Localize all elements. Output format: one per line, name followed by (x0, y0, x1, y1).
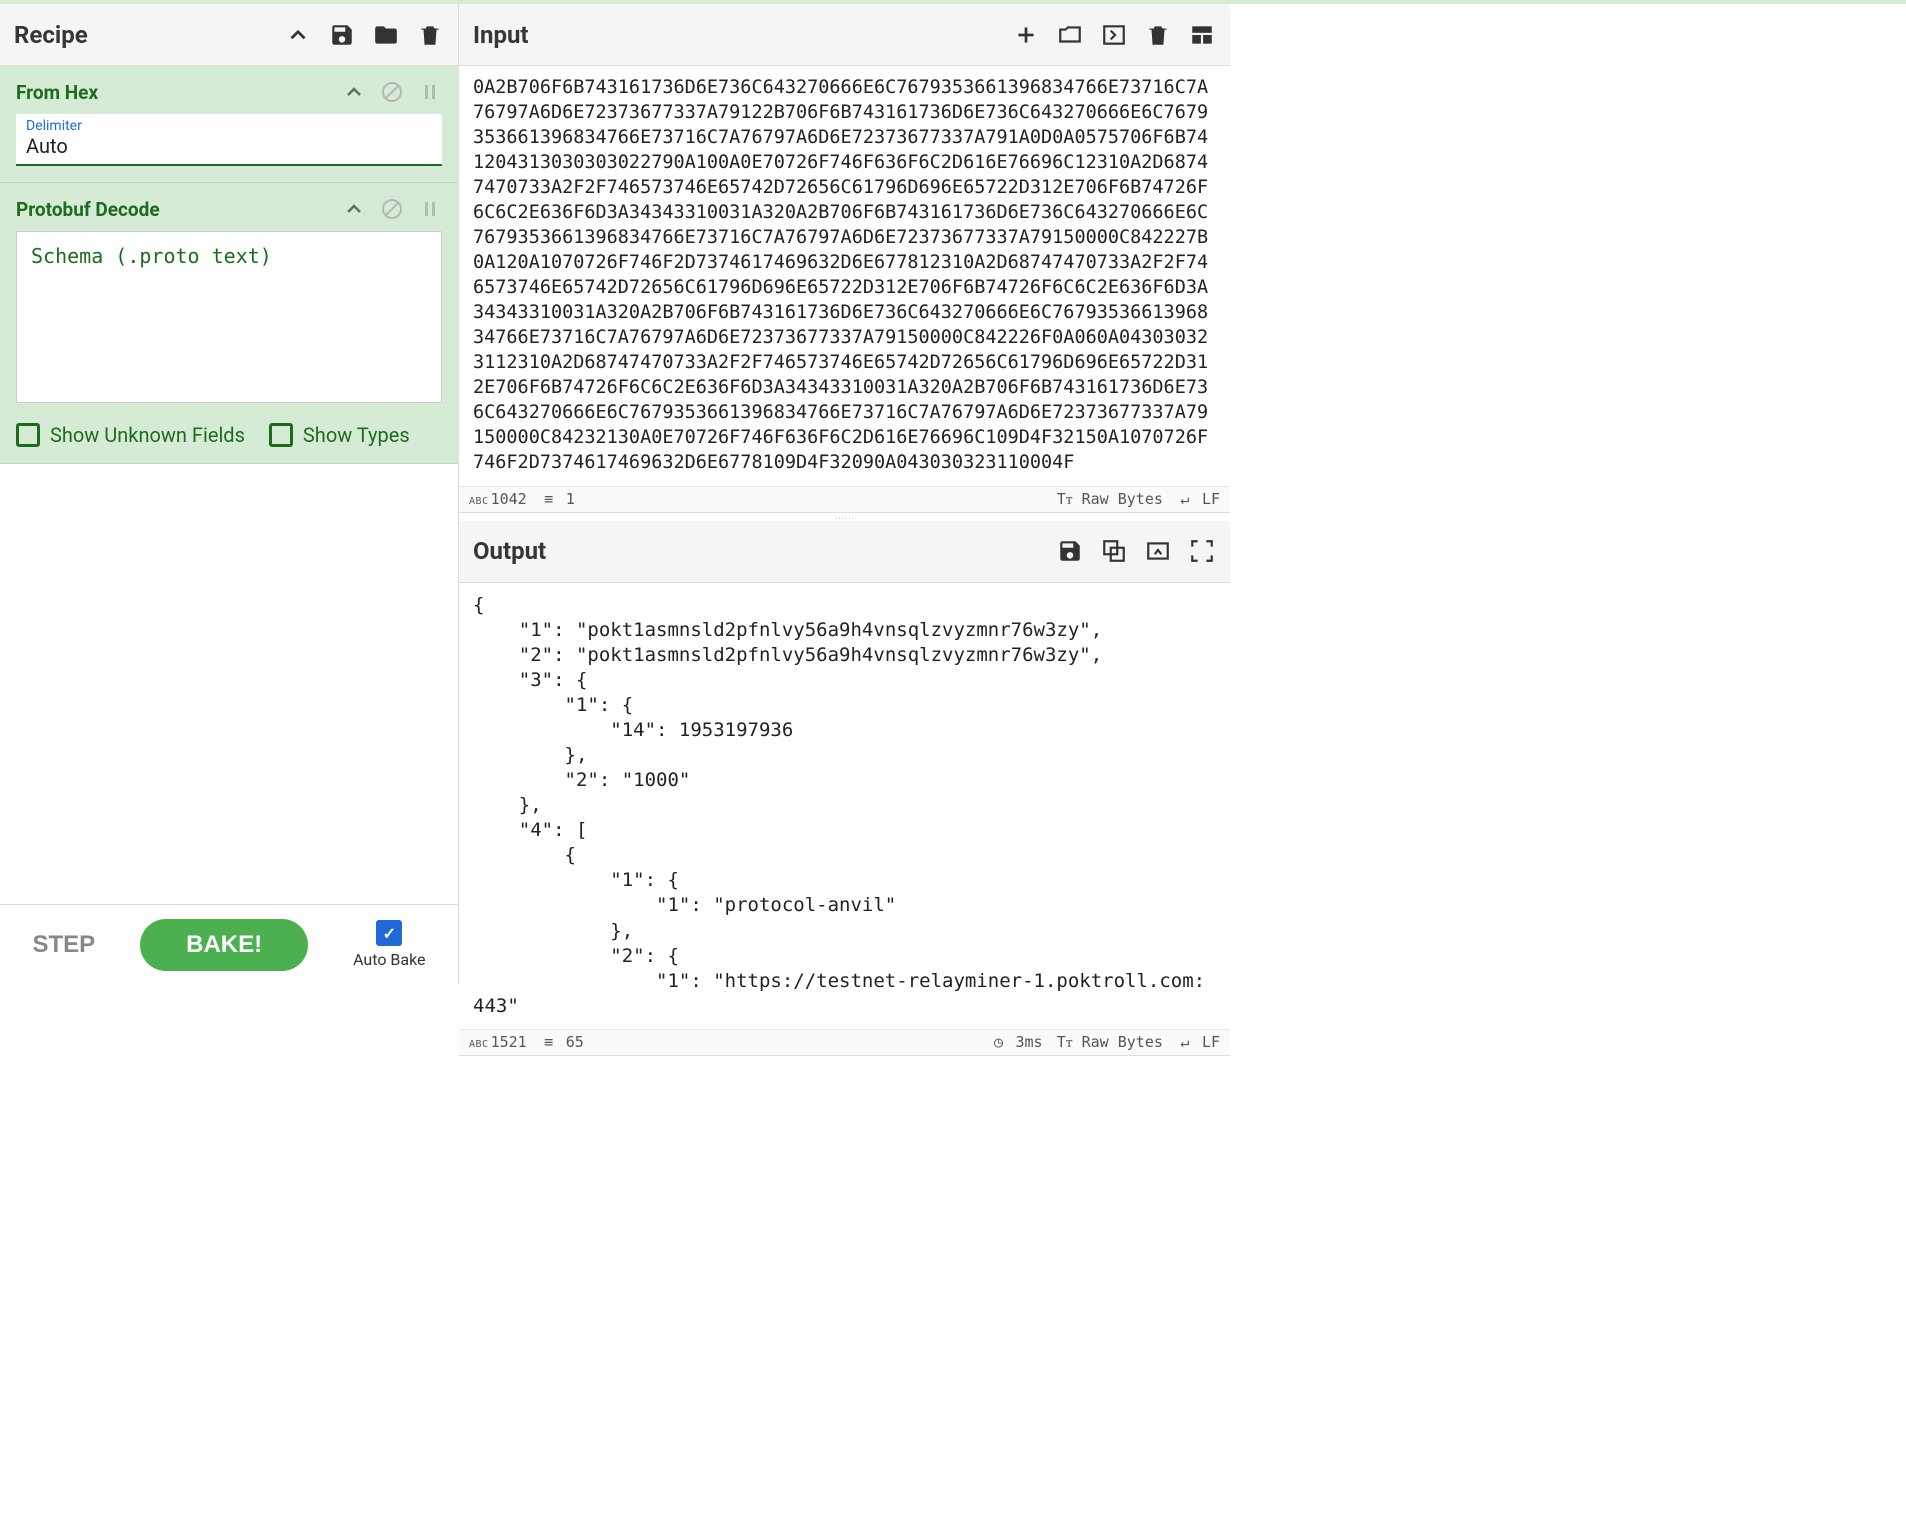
chevron-up-icon[interactable] (342, 197, 366, 221)
recipe-title: Recipe (14, 21, 88, 49)
autobake-toggle[interactable]: ✓ Auto Bake (353, 920, 425, 969)
fullscreen-icon[interactable] (1188, 537, 1216, 565)
trash-icon[interactable] (416, 21, 444, 49)
copy-icon[interactable] (1100, 537, 1128, 565)
io-panel: Input 0A2B706F6B743161736D6E736C64327066… (459, 4, 1230, 984)
input-header: Input (459, 4, 1230, 66)
input-pane: Input 0A2B706F6B743161736D6E736C64327066… (459, 4, 1230, 513)
input-text[interactable]: 0A2B706F6B743161736D6E736C643270666E6C76… (459, 66, 1230, 486)
output-title: Output (473, 537, 546, 565)
app-root: Recipe From Hex D (0, 4, 1230, 984)
field-label: Delimiter (26, 118, 432, 134)
plus-icon[interactable] (1012, 21, 1040, 49)
step-button[interactable]: STEP (32, 931, 95, 959)
disable-icon[interactable] (380, 80, 404, 104)
bake-button[interactable]: BAKE! (140, 919, 308, 971)
schema-input[interactable] (16, 231, 442, 403)
open-folder-icon[interactable] (1056, 21, 1084, 49)
split-handle[interactable]: ⋯⋯ (459, 513, 1230, 521)
check-icon: ✓ (376, 920, 402, 946)
op-title-protobuf: Protobuf Decode (16, 198, 160, 221)
recipe-header: Recipe (0, 4, 458, 66)
recipe-panel: Recipe From Hex D (0, 4, 459, 984)
op-title-from-hex: From Hex (16, 81, 98, 104)
input-statusbar: ABC1042 ≡ 1 Tᴛ Raw Bytes ↵ LF (459, 486, 1230, 512)
output-statusbar: ABC1521 ≡ 65 ◷ 3ms Tᴛ Raw Bytes ↵ LF (459, 1029, 1230, 1055)
pause-icon[interactable] (418, 80, 442, 104)
output-header: Output (459, 521, 1230, 583)
output-text[interactable]: { "1": "pokt1asmnsld2pfnlvy56a9h4vnsqlzv… (459, 583, 1230, 1029)
disable-icon[interactable] (380, 197, 404, 221)
trash-icon[interactable] (1144, 21, 1172, 49)
output-pane: Output { "1": "pokt1asmnsld2pfnlvy56a9h4… (459, 521, 1230, 1056)
field-value: Auto (26, 134, 432, 158)
save-icon[interactable] (328, 21, 356, 49)
import-icon[interactable] (1100, 21, 1128, 49)
move-to-input-icon[interactable] (1144, 537, 1172, 565)
chevron-up-icon[interactable] (284, 21, 312, 49)
delimiter-field[interactable]: Delimiter Auto (16, 114, 442, 166)
save-icon[interactable] (1056, 537, 1084, 565)
recipe-body: From Hex Delimiter Auto Protobuf Decode (0, 66, 458, 904)
pause-icon[interactable] (418, 197, 442, 221)
recipe-footer: STEP BAKE! ✓ Auto Bake (0, 904, 458, 984)
input-title: Input (473, 21, 529, 49)
operation-from-hex: From Hex Delimiter Auto (0, 66, 458, 183)
show-types-checkbox[interactable]: Show Types (269, 423, 410, 447)
operation-protobuf-decode: Protobuf Decode Show Unknown Fields (0, 183, 458, 464)
chevron-up-icon[interactable] (342, 80, 366, 104)
show-unknown-fields-checkbox[interactable]: Show Unknown Fields (16, 423, 245, 447)
folder-icon[interactable] (372, 21, 400, 49)
tabs-icon[interactable] (1188, 21, 1216, 49)
